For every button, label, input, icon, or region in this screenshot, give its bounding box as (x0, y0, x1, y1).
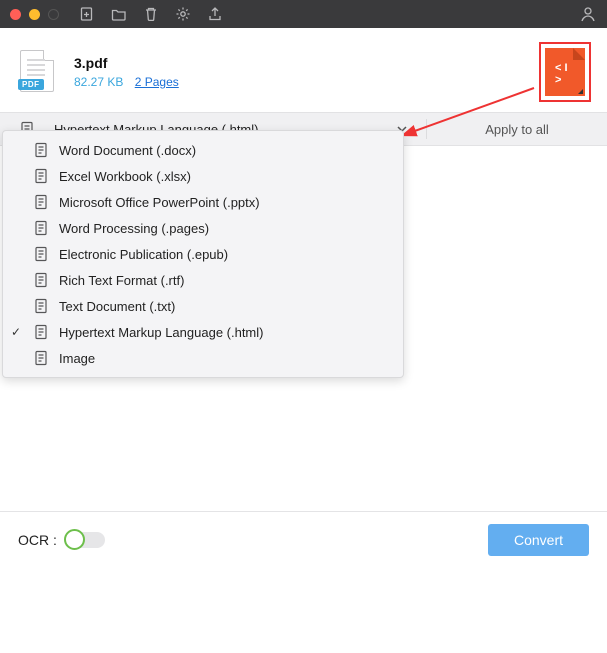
footer: OCR : Convert (0, 511, 607, 567)
file-row: PDF 3.pdf 82.27 KB 2 Pages < I > (0, 28, 607, 112)
html-code-glyph: < I > (555, 62, 575, 86)
document-type-icon (33, 220, 49, 236)
toolbar-icons (79, 6, 223, 22)
account-icon[interactable] (579, 5, 597, 23)
document-type-icon (33, 246, 49, 262)
titlebar (0, 0, 607, 28)
format-option-label: Excel Workbook (.xlsx) (59, 169, 191, 184)
html-file-icon: < I > (545, 48, 585, 96)
file-name: 3.pdf (74, 55, 179, 71)
ocr-label: OCR : (18, 532, 57, 548)
pdf-badge: PDF (18, 79, 44, 90)
add-file-icon[interactable] (79, 6, 95, 22)
format-option[interactable]: Word Processing (.pages) (3, 215, 403, 241)
dropdown-corner-icon (578, 89, 583, 94)
file-size: 82.27 KB (74, 75, 123, 89)
document-type-icon (33, 298, 49, 314)
format-dropdown[interactable]: Word Document (.docx) Excel Workbook (.xl… (2, 130, 404, 378)
toggle-knob (64, 529, 85, 550)
close-window-button[interactable] (10, 9, 21, 20)
format-option-label: Word Document (.docx) (59, 143, 196, 158)
export-icon[interactable] (207, 6, 223, 22)
document-type-icon (33, 324, 49, 340)
document-type-icon (33, 168, 49, 184)
document-type-icon (33, 272, 49, 288)
gear-icon[interactable] (175, 6, 191, 22)
pages-link[interactable]: 2 Pages (135, 75, 179, 89)
apply-to-all-button[interactable]: Apply to all (427, 122, 607, 137)
format-option[interactable]: Word Document (.docx) (3, 137, 403, 163)
format-option[interactable]: Excel Workbook (.xlsx) (3, 163, 403, 189)
format-option-label: Word Processing (.pages) (59, 221, 209, 236)
pdf-file-icon: PDF (20, 50, 56, 94)
format-option[interactable]: Electronic Publication (.epub) (3, 241, 403, 267)
file-info: 3.pdf 82.27 KB 2 Pages (74, 55, 179, 89)
ocr-toggle[interactable] (65, 532, 105, 548)
format-option[interactable]: Text Document (.txt) (3, 293, 403, 319)
window-controls (10, 9, 59, 20)
format-option-label: Electronic Publication (.epub) (59, 247, 228, 262)
format-option-label: Hypertext Markup Language (.html) (59, 325, 263, 340)
format-option-label: Rich Text Format (.rtf) (59, 273, 184, 288)
folder-icon[interactable] (111, 6, 127, 22)
minimize-window-button[interactable] (29, 9, 40, 20)
document-type-icon (33, 194, 49, 210)
format-option-label: Microsoft Office PowerPoint (.pptx) (59, 195, 260, 210)
document-type-icon (33, 350, 49, 366)
output-format-tile[interactable]: < I > (539, 42, 591, 102)
format-option[interactable]: Rich Text Format (.rtf) (3, 267, 403, 293)
trash-icon[interactable] (143, 6, 159, 22)
convert-button[interactable]: Convert (488, 524, 589, 556)
check-icon: ✓ (9, 325, 23, 339)
annotation-arrow-icon (404, 86, 607, 653)
maximize-window-button[interactable] (48, 9, 59, 20)
format-option-label: Image (59, 351, 95, 366)
format-option[interactable]: Microsoft Office PowerPoint (.pptx) (3, 189, 403, 215)
file-subtitle: 82.27 KB 2 Pages (74, 75, 179, 89)
document-type-icon (33, 142, 49, 158)
format-option-label: Text Document (.txt) (59, 299, 175, 314)
format-option[interactable]: Image (3, 345, 403, 371)
format-option[interactable]: ✓ Hypertext Markup Language (.html) (3, 319, 403, 345)
